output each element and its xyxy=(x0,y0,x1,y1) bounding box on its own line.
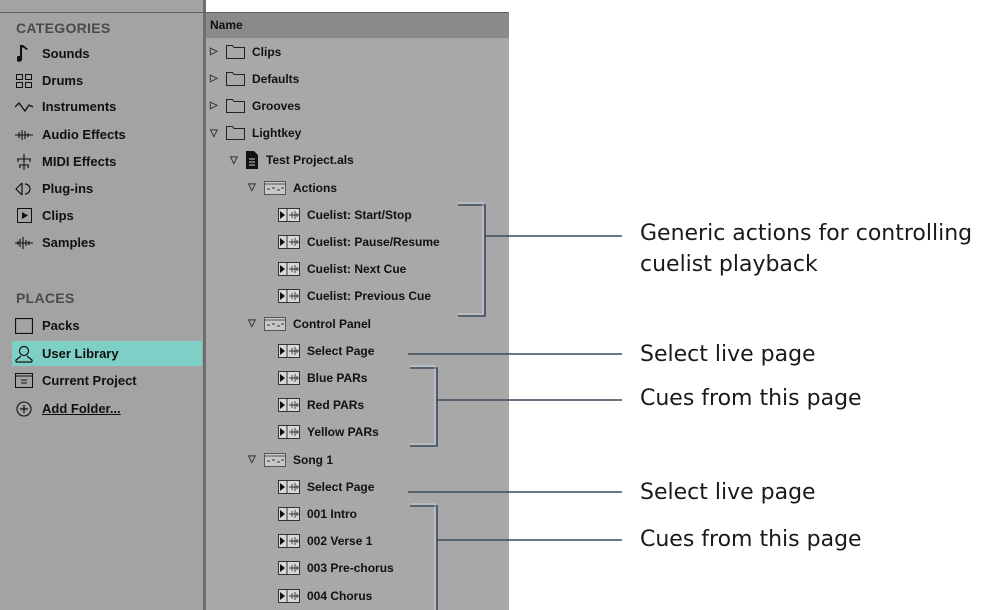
bracket-actions xyxy=(458,204,486,317)
annotation-line: Generic actions for controlling xyxy=(640,221,973,246)
annotation-cues-from-page-2: Cues from this page xyxy=(640,527,862,552)
bracket-control-panel xyxy=(410,367,438,447)
annotation-cues-from-page-1: Cues from this page xyxy=(640,386,862,411)
annotation-generic-actions: Generic actions for controlling cuelist … xyxy=(640,219,972,281)
annotation-select-live-page-2: Select live page xyxy=(640,480,816,505)
annotation-lines xyxy=(408,202,622,610)
annotation-select-live-page-1: Select live page xyxy=(640,342,816,367)
annotation-line: cuelist playback xyxy=(640,251,818,277)
bracket-song xyxy=(410,505,438,610)
